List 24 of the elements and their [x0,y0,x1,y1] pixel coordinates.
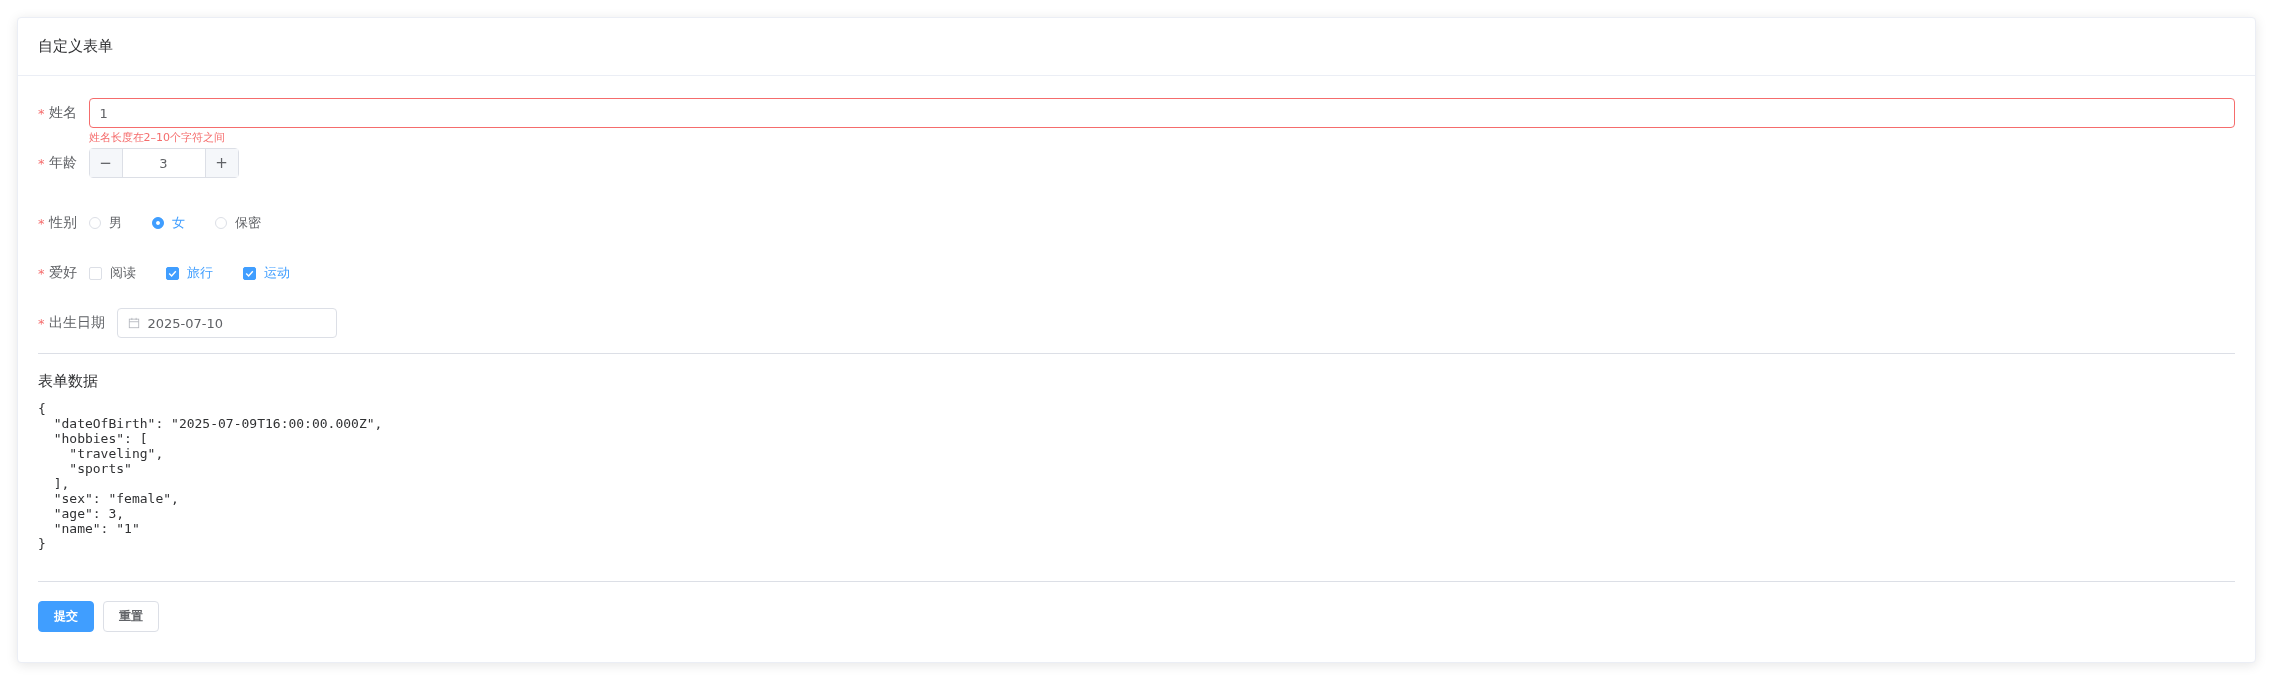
json-output: { "dateOfBirth": "2025-07-09T16:00:00.000Z", "hobbies": [ "traveling", "sports" ], "sex": "female", "age": 3, "name": "1" } [38,401,384,551]
section-title: 表单数据 [38,372,99,391]
required-mark: * [38,105,45,121]
required-mark: * [38,215,45,231]
option-label[interactable]: 男 [108,214,122,232]
required-mark: * [38,265,45,281]
field-label: 出生日期 [48,314,105,332]
error-message: 姓名长度在2–10个字符之间 [88,130,226,145]
reset-button[interactable]: 重置 [103,601,159,632]
required-mark: * [38,155,45,171]
number-value: 3 [158,154,169,173]
number-stepper[interactable]: − 3 + [88,148,239,178]
name-field[interactable]: 1 [88,98,2235,128]
increment-button[interactable]: + [204,149,238,177]
field-label: 年龄 [48,154,77,172]
field-label: 爱好 [48,264,77,282]
decrement-button[interactable]: − [89,149,123,177]
date-field[interactable]: 2025-07-10 [116,308,337,338]
option-label[interactable]: 阅读 [109,264,136,282]
option-label[interactable]: 保密 [234,214,261,232]
field-label: 性别 [48,214,77,232]
required-mark: * [38,315,45,331]
field-label: 姓名 [48,104,77,122]
card-title: 自定义表单 [38,37,113,56]
